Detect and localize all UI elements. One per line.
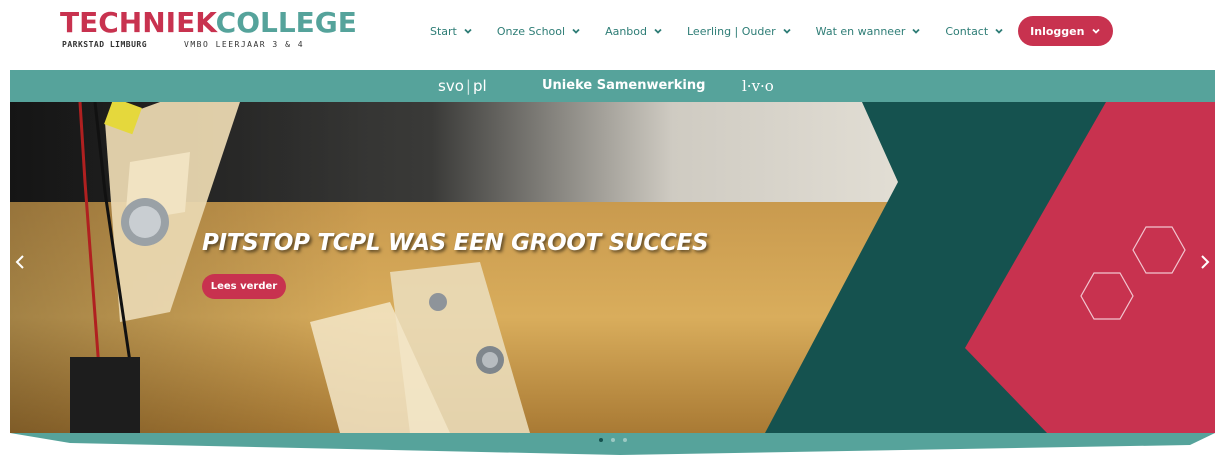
techniek-college-logo[interactable]: TECHNIEKCOLLEGE PARKSTAD LIMBURG VMBO LE… [60,8,357,64]
hero-slider: PITSTOP TCPL WAS EEN GROOT SUCCES Lees v… [10,102,1215,433]
nav-item-label: Onze School [496,24,566,38]
nav-item-aanbod[interactable]: Aanbod [605,25,663,38]
slider-dot[interactable] [623,438,627,442]
nav-item-wat-en-wanneer[interactable]: Wat en wanneer [816,25,922,38]
nav-item-onze-school[interactable]: Onze School [497,25,581,38]
main-navigation: Start Onze School Aanbod Leerling | Oude… [430,16,1114,46]
login-button[interactable]: Inloggen [1018,16,1114,46]
svo-separator: | [465,77,471,95]
slider-pagination [599,438,635,442]
nav-item-leerling-ouder[interactable]: Leerling | Ouder [687,25,792,38]
nav-item-label: Wat en wanneer [815,24,906,38]
svo-text: svo [438,77,464,95]
login-button-label: Inloggen [1030,24,1085,38]
slider-dot[interactable] [611,438,615,442]
chevron-down-icon [1092,28,1101,34]
logo-part-college: COLLEGE [215,6,357,39]
lvo-logo[interactable]: l·v·o [742,70,774,102]
logo-part-niek: NIEK [142,6,216,39]
site-header: TECHNIEKCOLLEGE PARKSTAD LIMBURG VMBO LE… [0,0,1215,70]
nav-item-contact[interactable]: Contact [945,25,1004,38]
logo-part-tech: TECH [60,6,143,39]
chevron-down-icon [572,28,580,34]
logo-subtitle-location: PARKSTAD LIMBURG [62,40,148,49]
slider-dot-active[interactable] [599,438,603,442]
logo-subtitle-level: VMBO LEERJAAR 3 & 4 [184,40,305,49]
chevron-right-icon[interactable] [1197,250,1213,274]
pl-text: pl [472,77,487,95]
chevron-down-icon [912,28,921,34]
chevron-down-icon [783,28,791,34]
hero-title: PITSTOP TCPL WAS EEN GROOT SUCCES [202,230,709,256]
chevron-down-icon [464,28,472,34]
chevron-left-icon[interactable] [12,250,28,274]
nav-item-start[interactable]: Start [430,25,473,38]
hero-bottom-band [10,433,1215,463]
svo-pl-logo[interactable]: svo | pl [438,70,487,102]
nav-item-label: Aanbod [605,24,647,38]
partner-bar: svo | pl Unieke Samenwerking l·v·o [10,70,1215,102]
hero-slide-image [10,102,1215,433]
chevron-down-icon [654,28,662,34]
nav-item-label: Contact [945,24,989,38]
partner-bar-title: Unieke Samenwerking [542,78,706,93]
nav-item-label: Start [430,24,457,38]
logo-wordmark: TECHNIEKCOLLEGE [60,8,357,38]
nav-item-label: Leerling | Ouder [687,24,776,38]
read-more-button[interactable]: Lees verder [202,274,286,299]
chevron-down-icon [995,28,1003,34]
